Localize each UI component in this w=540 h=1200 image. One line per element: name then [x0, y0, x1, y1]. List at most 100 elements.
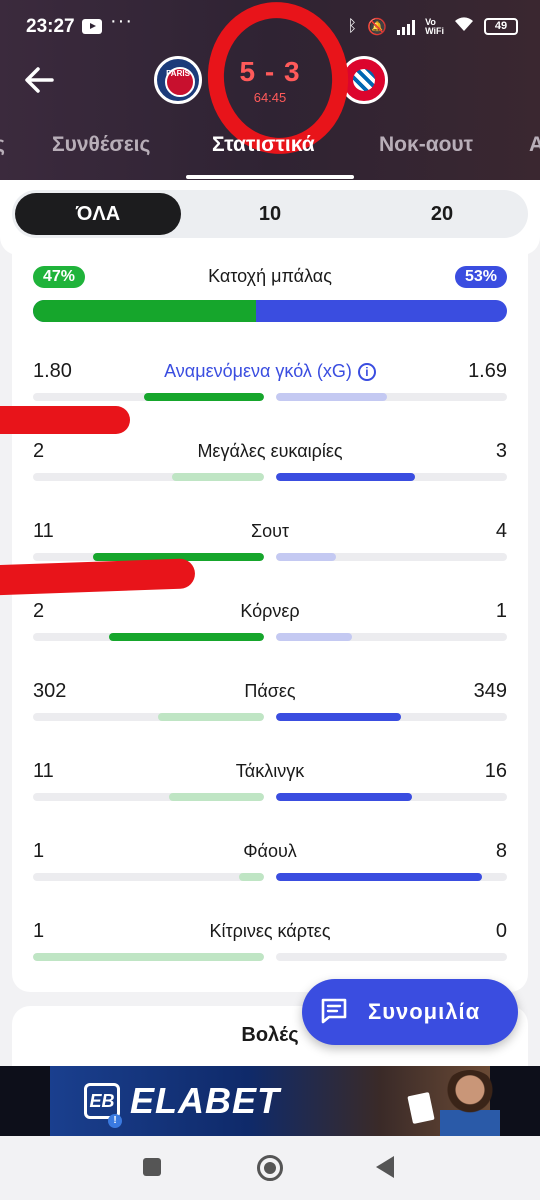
away-stat-track [276, 793, 507, 801]
stat-label: Μεγάλες ευκαιρίες [197, 441, 343, 461]
stat-label: Φάουλ [243, 841, 297, 861]
home-stat-fill [238, 873, 264, 881]
away-stat-fill [276, 473, 415, 481]
home-stat-fill [33, 953, 264, 961]
tab-statistics[interactable]: Στατιστικά [212, 133, 315, 157]
info-icon[interactable]: i [357, 363, 376, 381]
home-possession-fill [33, 300, 256, 322]
away-stat-fill [276, 793, 413, 801]
possession-bar [33, 300, 507, 322]
away-stat-fill [276, 713, 401, 721]
active-tab-indicator [186, 175, 354, 179]
away-stat-fill [276, 873, 482, 881]
period-filter: ΌΛΑ 10 20 [12, 190, 528, 238]
home-stat-fill [157, 713, 264, 721]
away-stat-track [276, 473, 507, 481]
stat-row: 2 Μεγάλες ευκαιρίες 3 [33, 440, 507, 490]
period-option-20[interactable]: 20 [356, 190, 528, 238]
status-time: 23:27 [26, 16, 75, 37]
away-stat-value: 349 [473, 680, 507, 702]
home-stat-value: 2 [33, 600, 45, 622]
stat-row: 1 Φάουλ 8 [33, 840, 507, 890]
home-stat-fill [143, 393, 264, 401]
away-stat-value: 3 [495, 440, 507, 462]
away-stat-track [276, 553, 507, 561]
ad-banner[interactable]: EB ELABET ! [0, 1066, 540, 1136]
home-stat-fill [109, 633, 264, 641]
away-stat-value: 8 [495, 840, 507, 862]
stat-label: Τάκλινγκ [235, 761, 305, 781]
home-stat-value: 1 [33, 920, 45, 942]
mute-icon: 🔕 [367, 18, 388, 36]
home-stat-value: 2 [33, 440, 45, 462]
away-stat-value: 16 [484, 760, 507, 782]
back-arrow-icon[interactable] [20, 60, 60, 100]
tab-previous[interactable]: ς [0, 133, 5, 157]
signal-icon [397, 19, 416, 35]
home-possession-badge: 47% [33, 266, 86, 288]
back-nav-icon[interactable] [376, 1156, 394, 1178]
home-stat-track [33, 713, 264, 721]
chat-button[interactable]: Συνομιλία [302, 979, 518, 1045]
away-stat-value: 4 [495, 520, 507, 542]
away-stat-value: 1.69 [468, 360, 507, 382]
playing-cards-image [407, 1092, 435, 1124]
period-option-10[interactable]: 10 [184, 190, 356, 238]
away-possession-badge: 53% [454, 266, 507, 288]
away-stat-track [276, 953, 507, 961]
stat-row: 2 Κόρνερ 1 [33, 600, 507, 650]
tab-knockout[interactable]: Νοκ-αουτ [379, 133, 473, 157]
away-stat-track [276, 633, 507, 641]
home-stat-fill [169, 793, 264, 801]
recents-icon[interactable] [143, 1158, 161, 1176]
stat-row: 1 Κίτρινες κάρτες 0 [33, 920, 507, 970]
home-stat-value: 11 [33, 760, 54, 782]
stat-row: 302 Πάσες 349 [33, 680, 507, 730]
stat-label[interactable]: Αναμενόμενα γκόλ (xG) i [93, 361, 447, 382]
home-stat-value: 1 [33, 840, 45, 862]
ad-info-icon[interactable]: ! [108, 1114, 122, 1128]
home-team-crest[interactable]: PARIS [154, 56, 202, 104]
period-option-all[interactable]: ΌΛΑ [15, 193, 181, 235]
stat-row: 1.80 Αναμενόμενα γκόλ (xG) i 1.69 [33, 360, 507, 410]
home-stat-value: 1.80 [33, 360, 72, 382]
home-stat-track [33, 793, 264, 801]
away-stat-fill [276, 553, 337, 561]
tab-next[interactable]: Α [529, 133, 540, 157]
vowifi-indicator: Vo WiFi [425, 16, 444, 36]
stat-label: Κόρνερ [240, 601, 300, 621]
away-stat-value: 1 [495, 600, 507, 622]
tab-lineups[interactable]: Συνθέσεις [52, 133, 150, 157]
away-stat-fill [276, 633, 353, 641]
ad-creative[interactable]: EB ELABET ! [50, 1066, 500, 1136]
home-stat-value: 302 [33, 680, 67, 702]
stat-row: 11 Τάκλινγκ 16 [33, 760, 507, 810]
away-stat-track [276, 713, 507, 721]
ad-brand: ELABET [130, 1080, 280, 1121]
home-icon[interactable] [257, 1155, 283, 1181]
status-icons: ᛒ 🔕 Vo WiFi 49 [348, 16, 518, 37]
chat-icon [320, 998, 348, 1024]
stat-label: Σουτ [250, 521, 290, 541]
more-notifications-icon: ··· [110, 10, 133, 32]
home-stat-track [33, 633, 264, 641]
home-stat-track [33, 473, 264, 481]
match-header: 23:27 ··· ᛒ 🔕 Vo WiFi 49 PARIS 5 - 3 64:4… [0, 0, 540, 180]
possession-title: Κατοχή μπάλας [208, 266, 332, 286]
away-stat-value: 0 [495, 920, 507, 942]
battery-indicator: 49 [484, 18, 518, 35]
ad-model-image [440, 1070, 500, 1136]
stat-label: Κίτρινες κάρτες [209, 921, 331, 941]
youtube-icon [82, 19, 102, 34]
home-stat-fill [171, 473, 264, 481]
wifi-icon [454, 16, 474, 37]
home-stat-track [33, 393, 264, 401]
red-underline-annotation [0, 406, 130, 434]
chat-button-label: Συνομιλία [368, 999, 481, 1024]
match-tabs: ς Συνθέσεις Στατιστικά Νοκ-αουτ Α [0, 125, 540, 180]
stat-label: Πάσες [244, 681, 296, 701]
home-stat-track [33, 873, 264, 881]
system-nav-bar [0, 1136, 540, 1200]
bluetooth-icon: ᛒ [347, 17, 358, 35]
home-stat-value: 11 [33, 520, 54, 542]
